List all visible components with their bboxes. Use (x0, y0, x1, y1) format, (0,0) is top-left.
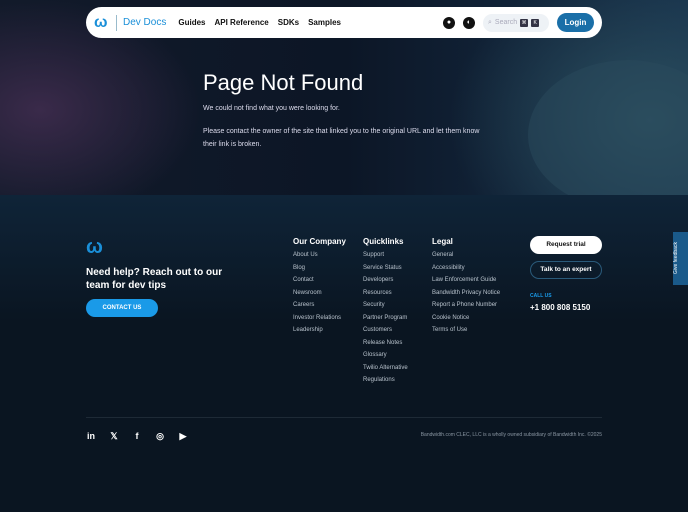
footer-link[interactable]: Terms of Use (432, 327, 500, 340)
footer-link[interactable]: Glossary (363, 352, 408, 365)
instagram-icon[interactable]: ◎ (155, 431, 165, 442)
footer-link[interactable]: Security (363, 302, 408, 315)
call-us-label: CALL US (530, 293, 552, 299)
footer-link[interactable]: Partner Program (363, 315, 408, 328)
footer-link[interactable]: Release Notes (363, 340, 408, 353)
copyright-text: Bandwidth.com CLEC, LLC is a wholly owne… (420, 432, 602, 438)
nav-samples[interactable]: Samples (308, 18, 341, 27)
footer-link[interactable]: Cookie Notice (432, 315, 500, 328)
footer-link[interactable]: About Us (293, 252, 346, 265)
youtube-icon[interactable]: ▶ (178, 431, 188, 442)
column-title: Quicklinks (363, 237, 404, 246)
footer-divider (86, 417, 602, 418)
talk-to-expert-button[interactable]: Talk to an expert (530, 261, 602, 279)
column-title: Legal (432, 237, 453, 246)
message-line-1: We could not find what you were looking … (203, 105, 340, 112)
footer-column-legal: Legal General Accessibility Law Enforcem… (432, 237, 500, 340)
decorative-blob (528, 60, 688, 210)
give-feedback-tab[interactable]: Give feedback (673, 232, 688, 285)
nav-sdks[interactable]: SDKs (278, 18, 299, 27)
footer-link[interactable]: Regulations (363, 377, 408, 390)
login-button[interactable]: Login (557, 13, 594, 32)
footer-link[interactable]: Blog (293, 265, 346, 278)
footer-link[interactable]: Twilio Alternative (363, 365, 408, 378)
footer-link[interactable]: Leadership (293, 327, 346, 340)
contact-us-button[interactable]: CONTACT US (86, 299, 158, 317)
kbd-cmd: ⌘ (520, 18, 529, 27)
footer-link[interactable]: Contact (293, 277, 346, 290)
nav-guides[interactable]: Guides (178, 18, 205, 27)
footer-link[interactable]: Service Status (363, 265, 408, 278)
kbd-k: K (531, 18, 540, 27)
column-title: Our Company (293, 237, 346, 246)
divider (116, 14, 117, 31)
footer-column-quicklinks: Quicklinks Support Service Status Develo… (363, 237, 408, 390)
request-trial-button[interactable]: Request trial (530, 236, 602, 254)
bandwidth-logo-icon[interactable]: ω (94, 14, 110, 32)
linkedin-icon[interactable]: in (86, 431, 96, 442)
theme-toggle-icon[interactable]: ◐ (463, 16, 475, 29)
search-icon: ⌕ (488, 18, 492, 26)
page-title: Page Not Found (203, 70, 364, 95)
social-links: in 𝕏 f ◎ ▶ (86, 431, 188, 442)
nav-api-reference[interactable]: API Reference (214, 18, 268, 27)
footer-link[interactable]: Customers (363, 327, 408, 340)
footer-link[interactable]: Accessibility (432, 265, 500, 278)
footer-link[interactable]: Careers (293, 302, 346, 315)
search-placeholder: Search (494, 19, 518, 26)
footer-link[interactable]: Resources (363, 290, 408, 303)
footer-link[interactable]: Report a Phone Number (432, 302, 500, 315)
footer-link[interactable]: Developers (363, 277, 408, 290)
top-navbar: ω Dev Docs Guides API Reference SDKs Sam… (86, 7, 602, 38)
search-input[interactable]: ⌕ Search ⌘ K (483, 13, 549, 32)
footer-link[interactable]: Law Enforcement Guide (432, 277, 500, 290)
footer-link[interactable]: General (432, 252, 500, 265)
facebook-icon[interactable]: f (132, 431, 142, 442)
footer-link[interactable]: Bandwidth Privacy Notice (432, 290, 500, 303)
footer-link[interactable]: Investor Relations (293, 315, 346, 328)
footer-logo-icon[interactable]: ω (86, 236, 103, 259)
footer-link[interactable]: Newsroom (293, 290, 346, 303)
x-twitter-icon[interactable]: 𝕏 (109, 431, 119, 442)
footer-column-company: Our Company About Us Blog Contact Newsro… (293, 237, 346, 340)
phone-number[interactable]: +1 800 808 5150 (530, 303, 590, 312)
github-icon[interactable]: ● (443, 16, 455, 29)
help-text: Need help? Reach out to our team for dev… (86, 267, 223, 291)
brand-name[interactable]: Dev Docs (123, 17, 166, 28)
message-line-2: Please contact the owner of the site tha… (203, 128, 480, 148)
footer-link[interactable]: Support (363, 252, 408, 265)
